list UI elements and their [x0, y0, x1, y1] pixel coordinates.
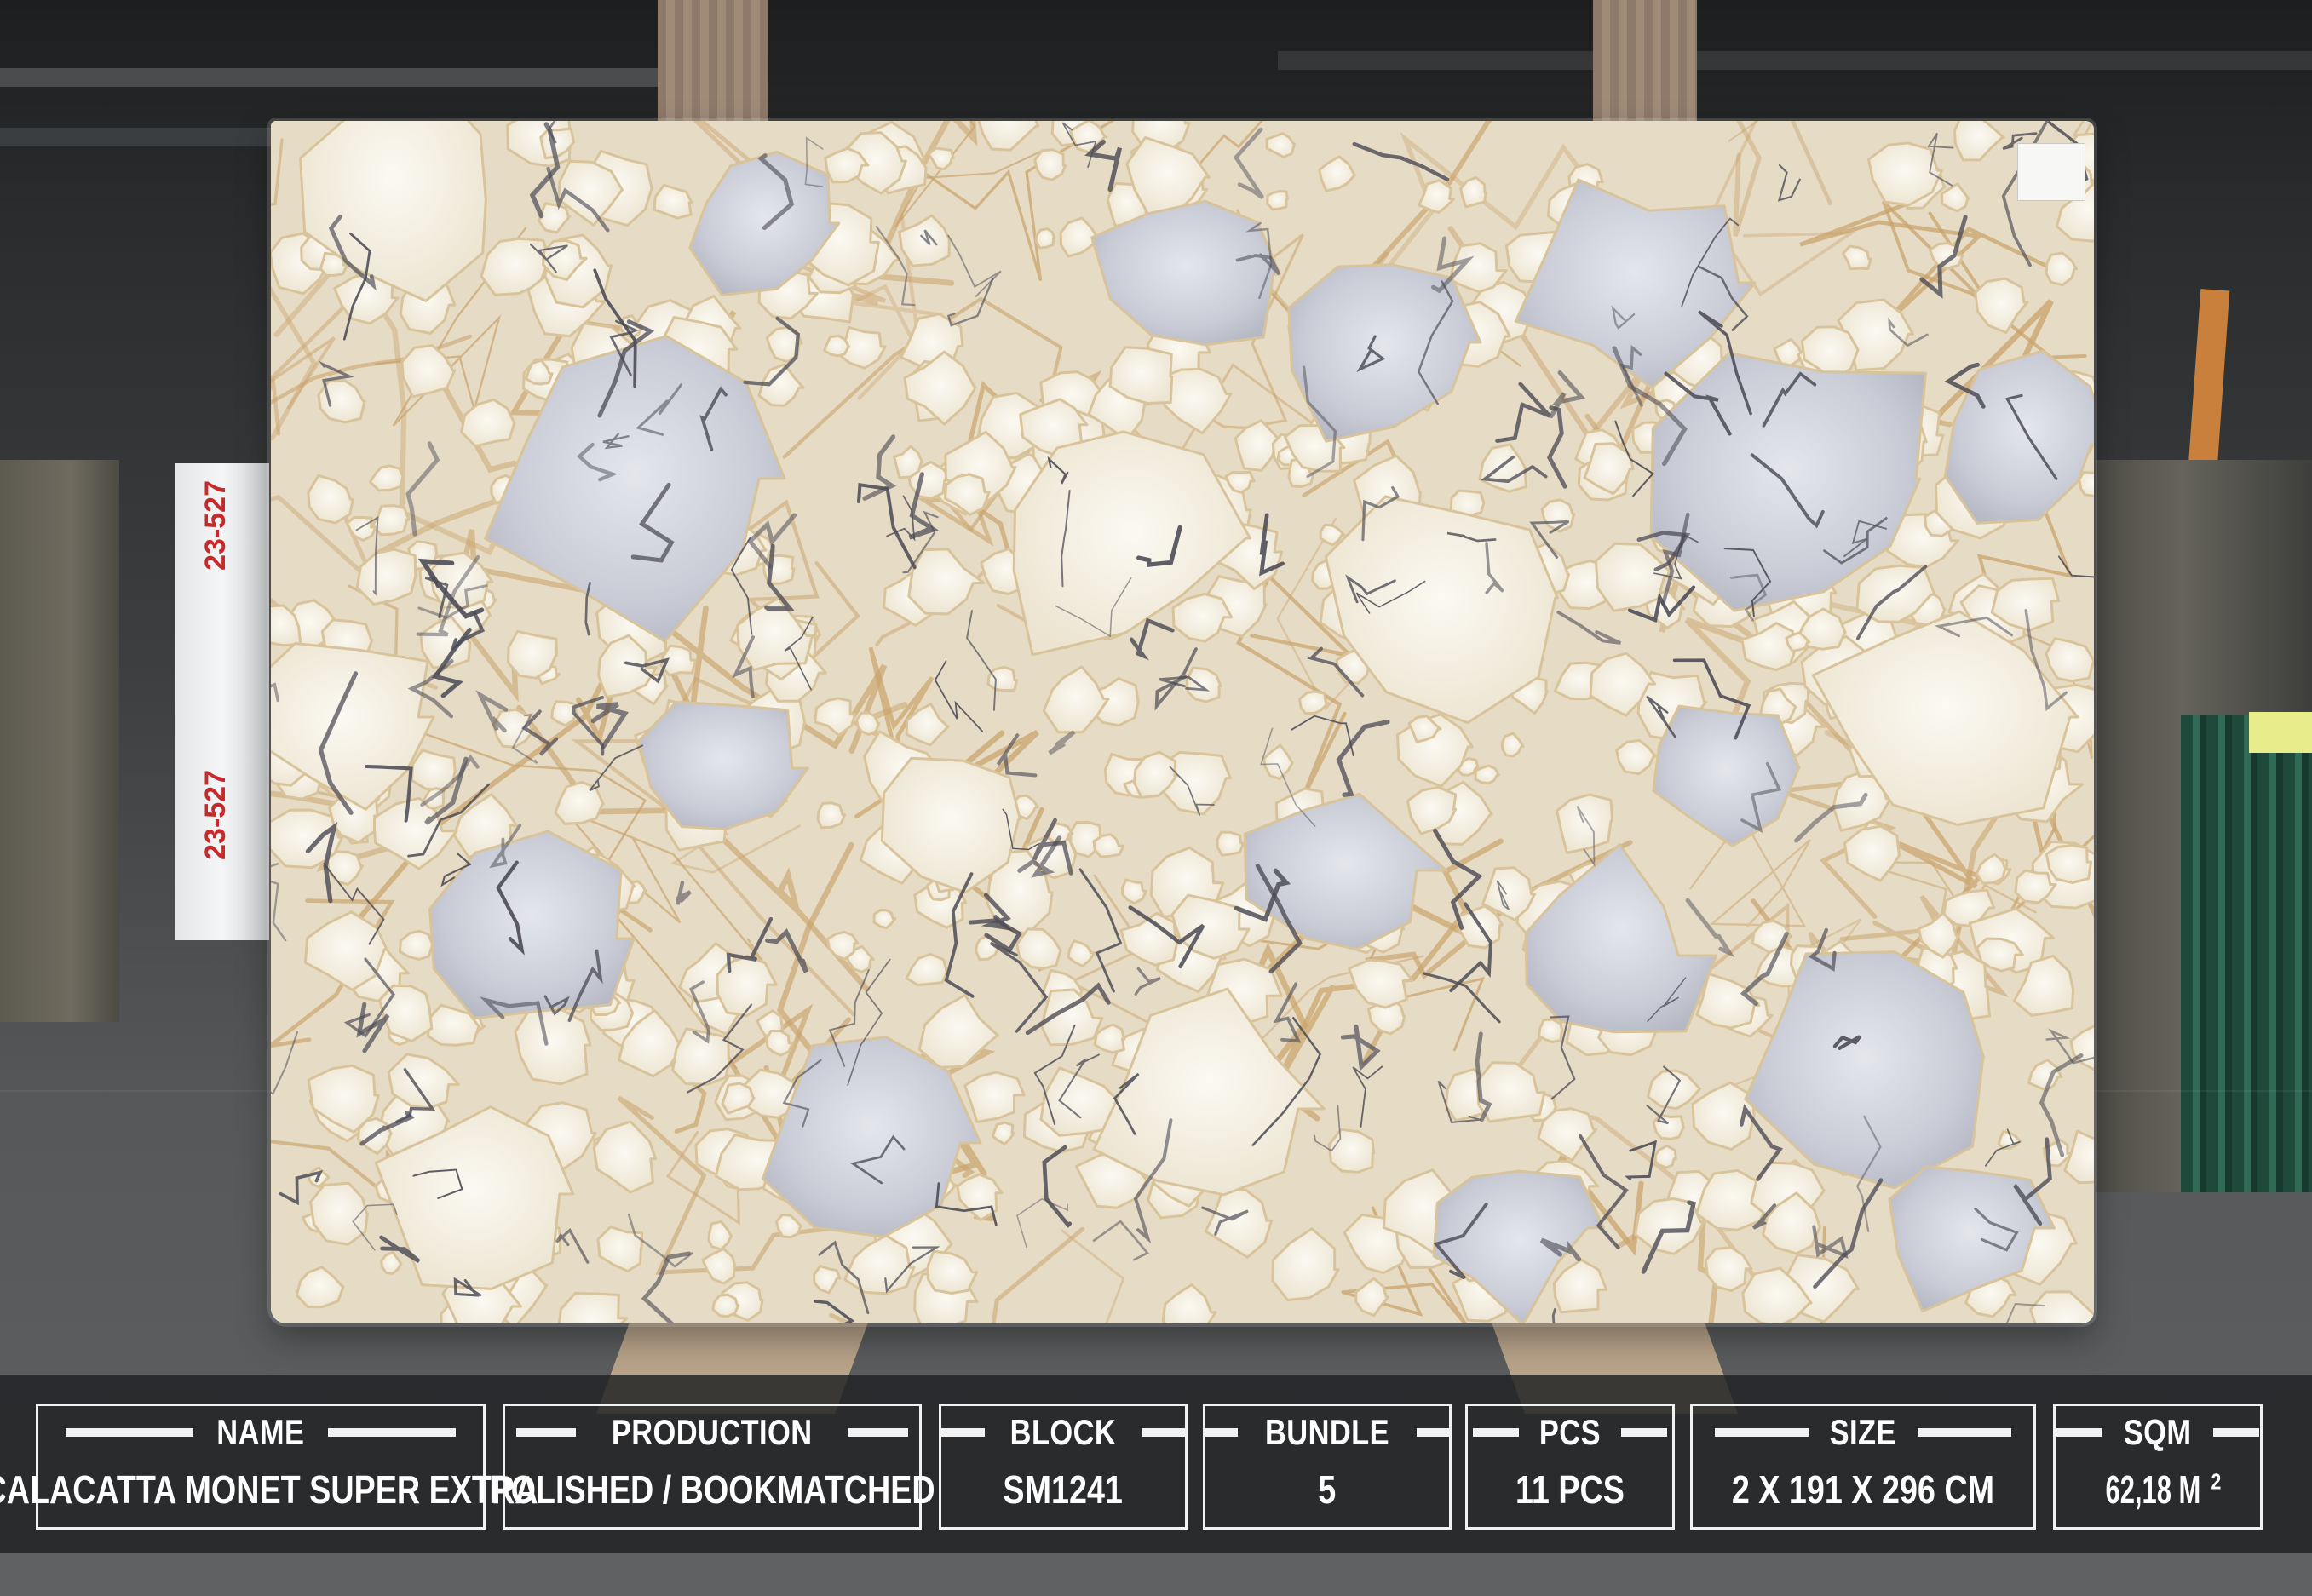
- pcs-value: 11 PCS: [1515, 1467, 1625, 1512]
- bundle-value: 5: [1318, 1467, 1337, 1512]
- roof-beam: [0, 68, 699, 87]
- block-box: BLOCK SM1241: [939, 1404, 1188, 1530]
- slab-tag: [2017, 143, 2085, 201]
- small-clast: [1474, 764, 1500, 785]
- panel-text-lower: 23-527: [199, 770, 232, 860]
- small-clast: [1537, 1018, 1564, 1043]
- size-value: 2 X 191 X 296 CM: [1731, 1467, 1995, 1512]
- block-value: SM1241: [1003, 1467, 1124, 1512]
- small-clast: [816, 801, 847, 830]
- stone-stack-left: [0, 460, 119, 1022]
- size-label: SIZE: [1829, 1412, 1897, 1452]
- name-value: CALACATTA MONET SUPER EXTRA: [0, 1467, 538, 1512]
- small-clast: [1034, 227, 1056, 250]
- lifting-strap-left: [658, 0, 768, 136]
- block-label: BLOCK: [1009, 1412, 1117, 1452]
- small-clast: [1327, 1128, 1376, 1174]
- sqm-value: 62,18 M: [2105, 1467, 2200, 1512]
- name-label: NAME: [216, 1412, 305, 1452]
- orange-post: [2188, 289, 2230, 469]
- production-label: PRODUCTION: [612, 1412, 813, 1452]
- pcs-box: PCS 11 PCS: [1465, 1404, 1675, 1530]
- small-clast: [1121, 878, 1147, 905]
- small-clast: [986, 665, 1018, 692]
- sqm-superscript: 2: [2211, 1468, 2222, 1495]
- green-slab-stack: [2181, 715, 2312, 1192]
- production-box: PRODUCTION POLISHED / BOOKMATCHED: [489, 1404, 935, 1530]
- marble-slab: [271, 121, 2094, 1323]
- marble-texture: [271, 121, 2094, 1323]
- lifting-strap-right: [1593, 0, 1697, 136]
- production-value: POLISHED / BOOKMATCHED: [489, 1467, 935, 1512]
- small-clast: [1652, 1113, 1685, 1140]
- small-clast: [1556, 793, 1614, 854]
- roof-beam: [1278, 51, 2312, 70]
- panel-text-upper: 23-527: [199, 480, 232, 571]
- small-clast: [1216, 830, 1245, 857]
- pcs-label: PCS: [1538, 1412, 1602, 1452]
- bundle-label: BUNDLE: [1265, 1412, 1389, 1452]
- name-box: NAME CALACATTA MONET SUPER EXTRA: [0, 1404, 538, 1530]
- small-clast: [1266, 190, 1289, 211]
- sqm-label: SQM: [2124, 1412, 2192, 1452]
- bundle-box: BUNDLE 5: [1203, 1404, 1452, 1530]
- small-clast: [855, 711, 881, 737]
- small-clast: [823, 334, 851, 358]
- sqm-box: SQM 62,18 M 2: [2053, 1404, 2263, 1530]
- yellow-tag: [2249, 712, 2312, 753]
- small-clast: [711, 1293, 740, 1318]
- small-clast: [1653, 1144, 1677, 1169]
- small-clast: [507, 629, 558, 680]
- size-box: SIZE 2 X 191 X 296 CM: [1690, 1404, 2036, 1530]
- white-panel: 23-527 23-527: [175, 463, 269, 940]
